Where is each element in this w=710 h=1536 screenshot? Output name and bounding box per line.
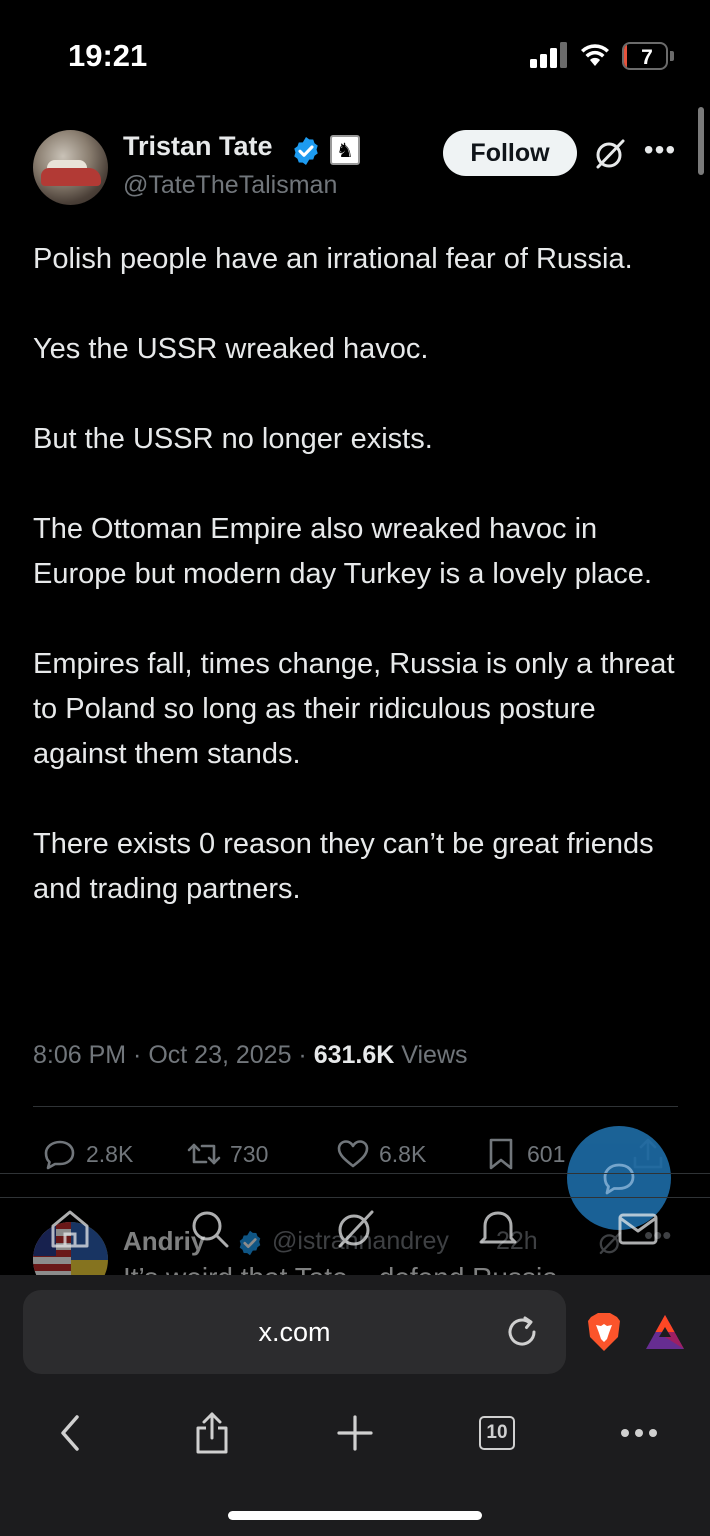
bottom-nav — [0, 1198, 710, 1258]
home-indicator[interactable] — [228, 1511, 482, 1520]
wifi-icon — [581, 44, 609, 66]
tweet-date[interactable]: Oct 23, 2025 — [148, 1041, 291, 1069]
divider — [33, 1106, 678, 1107]
browser-toolbar: x.com 10 — [0, 1275, 710, 1536]
status-bar: 19:21 7 — [0, 0, 710, 100]
tweet-time[interactable]: 8:06 PM — [33, 1041, 126, 1069]
tweet-meta: 8:06 PM · Oct 23, 2025 · 631.6K Views — [33, 1041, 468, 1070]
grok-icon[interactable] — [332, 1206, 378, 1252]
repost-icon — [187, 1143, 221, 1165]
reply-bubble-icon — [603, 1163, 635, 1195]
tweet-paragraph: There exists 0 reason they can’t be grea… — [33, 828, 654, 905]
battery-body: 7 — [622, 42, 668, 70]
chevron-left-icon — [61, 1415, 79, 1451]
battery-indicator: 7 — [622, 42, 674, 70]
views-count[interactable]: 631.6K — [314, 1041, 395, 1069]
meta-separator: · — [126, 1041, 149, 1069]
status-time: 19:21 — [68, 38, 148, 73]
bat-rewards-icon[interactable] — [644, 1313, 686, 1351]
reply-button[interactable]: 2.8K — [42, 1131, 133, 1177]
notifications-icon[interactable] — [475, 1206, 521, 1252]
heart-icon — [337, 1140, 369, 1168]
tweet-detail: Tristan Tate ♞ @TateTheTalisman Follow •… — [0, 95, 710, 1275]
battery-level: 7 — [641, 46, 653, 69]
like-button[interactable]: 6.8K — [335, 1131, 426, 1177]
reply-icon — [44, 1140, 75, 1170]
address-bar[interactable]: x.com — [23, 1290, 566, 1374]
repost-button[interactable]: 730 — [186, 1131, 268, 1177]
new-tab-button[interactable] — [325, 1403, 385, 1463]
tweet-paragraph: Polish people have an irrational fear of… — [33, 243, 633, 275]
views-label: Views — [401, 1041, 468, 1069]
battery-nub — [670, 51, 674, 61]
more-options-icon[interactable]: ••• — [642, 135, 678, 171]
divider — [0, 1173, 710, 1174]
chess-knight-icon[interactable]: ♞ — [330, 135, 360, 165]
avatar-car — [41, 168, 101, 186]
reply-count: 2.8K — [86, 1140, 134, 1167]
plus-icon — [337, 1415, 373, 1451]
author-avatar[interactable] — [33, 130, 108, 205]
browser-menu-button[interactable] — [609, 1403, 669, 1463]
tweet-text: Polish people have an irrational fear of… — [33, 237, 683, 957]
meta-separator: · — [291, 1041, 314, 1069]
verified-badge-icon — [294, 137, 318, 165]
search-icon[interactable] — [187, 1206, 233, 1252]
tabs-count: 10 — [479, 1416, 515, 1450]
reply-text: It’s weird that Tate... defend Russia — [123, 1262, 558, 1275]
follow-button[interactable]: Follow — [443, 130, 577, 176]
scrollbar[interactable] — [698, 107, 704, 175]
tabs-button[interactable]: 10 — [467, 1403, 527, 1463]
tweet-paragraph: Empires fall, times change, Russia is on… — [33, 648, 675, 770]
brave-shields-icon[interactable] — [585, 1311, 623, 1353]
share-icon — [196, 1412, 228, 1454]
grok-icon[interactable] — [593, 137, 627, 171]
author-display-name[interactable]: Tristan Tate — [123, 131, 273, 162]
url-text[interactable]: x.com — [23, 1290, 566, 1374]
back-button[interactable] — [40, 1403, 100, 1463]
repost-count: 730 — [230, 1140, 269, 1167]
bookmark-icon — [489, 1138, 513, 1170]
more-horizontal-icon — [621, 1429, 657, 1437]
tweet-paragraph: The Ottoman Empire also wreaked havoc in… — [33, 513, 652, 590]
bookmark-count: 601 — [527, 1140, 566, 1167]
share-page-button[interactable] — [182, 1403, 242, 1463]
messages-icon[interactable] — [615, 1206, 661, 1252]
home-icon[interactable] — [47, 1206, 93, 1252]
author-handle[interactable]: @TateTheTalisman — [123, 171, 337, 200]
reload-icon[interactable] — [503, 1313, 541, 1351]
tweet-paragraph: Yes the USSR wreaked havoc. — [33, 333, 429, 365]
bookmark-button[interactable]: 601 — [483, 1131, 565, 1177]
like-count: 6.8K — [379, 1140, 427, 1167]
tweet-paragraph: But the USSR no longer exists. — [33, 423, 433, 455]
cellular-signal-icon — [530, 42, 567, 68]
